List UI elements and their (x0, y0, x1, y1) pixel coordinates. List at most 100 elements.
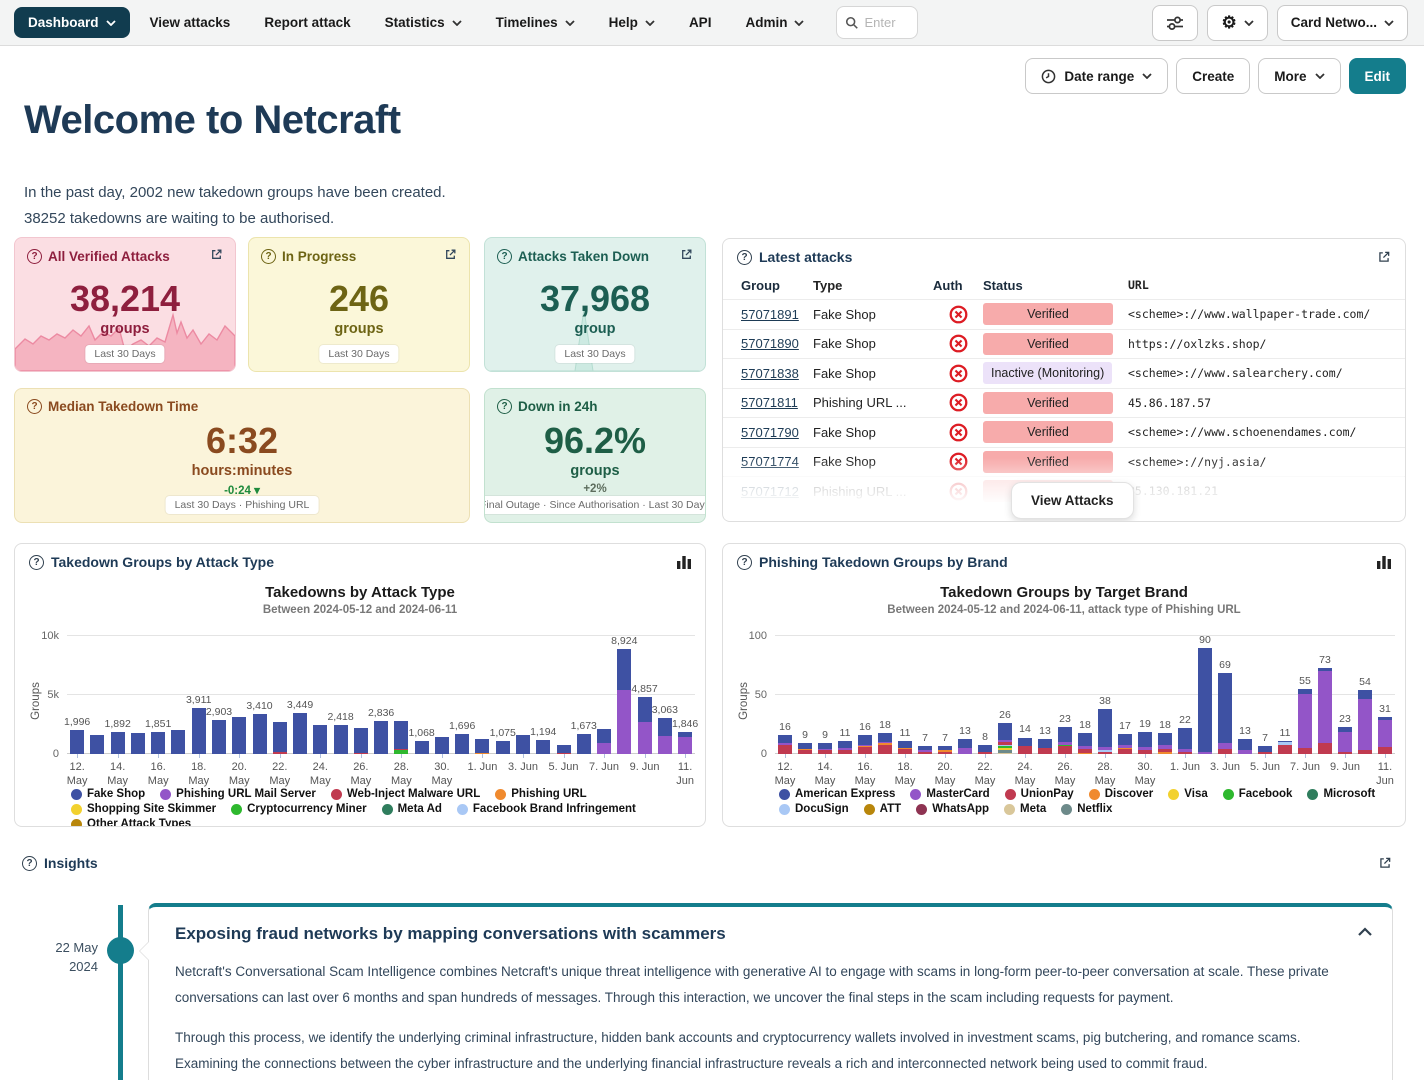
bar-slot[interactable]: 24.May (310, 636, 330, 754)
bar-slot[interactable]: 30.May (432, 636, 452, 754)
bar-slot[interactable]: 17 (1115, 636, 1135, 754)
legend-item[interactable]: Phishing URL (495, 788, 586, 800)
stat-card-down-in-24h[interactable]: ? Down in 24h 96.2% groups +2% Final Out… (484, 388, 706, 523)
create-button[interactable]: Create (1176, 58, 1250, 94)
table-row[interactable]: 57071811 Phishing URL ... Verified 45.86… (723, 388, 1405, 418)
auth-denied-icon[interactable] (949, 482, 968, 501)
bar-slot[interactable]: 1,84611.Jun (675, 636, 695, 754)
group-link[interactable]: 57071774 (741, 454, 799, 469)
bar-slot[interactable]: 90 (1195, 636, 1215, 754)
bar-slot[interactable]: 5. Jun (553, 636, 573, 754)
edit-button[interactable]: Edit (1349, 58, 1407, 94)
stat-card-attacks-taken-down[interactable]: ? Attacks Taken Down 37,968 group Last 3… (484, 237, 706, 372)
bar-slot[interactable]: 13 (1035, 636, 1055, 754)
bar-slot[interactable]: 7. Jun (594, 636, 614, 754)
nav-item-api[interactable]: API (675, 7, 726, 38)
bar-slot[interactable]: 2,418 (330, 636, 350, 754)
legend-item[interactable]: DocuSign (779, 803, 849, 815)
bar-slot[interactable] (128, 636, 148, 754)
bar-slot[interactable]: 22.May (270, 636, 290, 754)
bar-slot[interactable]: 26 (995, 636, 1015, 754)
bar-slot[interactable]: 1930.May (1135, 636, 1155, 754)
bar-slot[interactable]: 3,449 (290, 636, 310, 754)
bar-slot[interactable]: 20.May (229, 636, 249, 754)
nav-item-dashboard[interactable]: Dashboard (14, 7, 130, 38)
legend-item[interactable]: Shopping Site Skimmer (71, 803, 216, 815)
bar-slot[interactable]: 11 (835, 636, 855, 754)
bar-slot[interactable]: 4,8579. Jun (634, 636, 654, 754)
nav-item-view-attacks[interactable]: View attacks (136, 7, 245, 38)
bar-slot[interactable]: 3,410 (249, 636, 269, 754)
nav-item-timelines[interactable]: Timelines (482, 7, 589, 38)
group-link[interactable]: 57071838 (741, 366, 799, 381)
legend-item[interactable]: UnionPay (1005, 788, 1074, 800)
brand-chart-plot[interactable]: 100500Groups1612.May9914.May111616.May18… (775, 636, 1395, 754)
bar-slot[interactable]: 3111.Jun (1375, 636, 1395, 754)
legend-item[interactable]: Facebook (1223, 788, 1293, 800)
legend-item[interactable]: Microsoft (1307, 788, 1375, 800)
stat-card-in-progress[interactable]: ? In Progress 246 groups Last 30 Days (248, 237, 470, 372)
legend-item[interactable]: Meta (1004, 803, 1046, 815)
auth-denied-icon[interactable] (949, 423, 968, 442)
group-link[interactable]: 57071712 (741, 484, 799, 499)
table-row[interactable]: 57071891 Fake Shop Verified <scheme>://w… (723, 299, 1405, 329)
card-network-selector[interactable]: Card Netwo... (1277, 5, 1408, 41)
filters-button[interactable] (1152, 5, 1198, 41)
bar-slot[interactable]: 73 (1315, 636, 1335, 754)
bar-slot[interactable]: 3,91118.May (189, 636, 209, 754)
legend-item[interactable]: WhatsApp (916, 803, 989, 815)
legend-item[interactable]: Visa (1168, 788, 1207, 800)
auth-denied-icon[interactable] (949, 452, 968, 471)
legend-item[interactable]: Other Attack Types (71, 818, 191, 827)
external-link-icon[interactable] (680, 248, 693, 264)
bar-slot[interactable]: 1,85116.May (148, 636, 168, 754)
stat-card-median-takedown-time[interactable]: ? Median Takedown Time 6:32 hours:minute… (14, 388, 470, 523)
auth-denied-icon[interactable] (949, 334, 968, 353)
auth-denied-icon[interactable] (949, 393, 968, 412)
nav-item-admin[interactable]: Admin (731, 7, 818, 38)
legend-item[interactable]: Cryptocurrency Miner (231, 803, 367, 815)
legend-item[interactable]: ATT (864, 803, 902, 815)
bar-slot[interactable]: 1,89214.May (108, 636, 128, 754)
group-link[interactable]: 57071891 (741, 307, 799, 322)
date-range-button[interactable]: Date range (1025, 58, 1168, 94)
bar-chart-icon[interactable] (677, 556, 691, 569)
bar-slot[interactable]: 1,075 (493, 636, 513, 754)
legend-item[interactable]: Phishing URL Mail Server (160, 788, 316, 800)
chevron-up-icon[interactable] (1358, 923, 1372, 941)
bar-slot[interactable]: 11 (1275, 636, 1295, 754)
legend-item[interactable]: Web-Inject Malware URL (331, 788, 480, 800)
legend-item[interactable]: Netflix (1061, 803, 1112, 815)
table-row[interactable]: 57071890 Fake Shop Verified https://oxlz… (723, 329, 1405, 359)
legend-item[interactable]: American Express (779, 788, 895, 800)
table-row[interactable]: 57071790 Fake Shop Verified <scheme>://w… (723, 417, 1405, 447)
table-row[interactable]: 57071774 Fake Shop Verified <scheme>://n… (723, 447, 1405, 477)
attack-type-chart-plot[interactable]: 10k5k0Groups1,99612.May1,89214.May1,8511… (67, 636, 695, 754)
settings-button[interactable]: ⚙ (1207, 5, 1267, 41)
legend-item[interactable]: MasterCard (910, 788, 989, 800)
bar-slot[interactable]: 822.May (975, 636, 995, 754)
bar-slot[interactable]: 221. Jun (1175, 636, 1195, 754)
bar-slot[interactable]: 1,068 (412, 636, 432, 754)
card-delta[interactable]: -0:24 ▾ (15, 483, 469, 497)
bar-slot[interactable]: 8,924 (614, 636, 634, 754)
bar-slot[interactable]: 3828.May (1095, 636, 1115, 754)
nav-item-statistics[interactable]: Statistics (371, 7, 476, 38)
bar-slot[interactable]: 2,836 (371, 636, 391, 754)
bar-slot[interactable]: 54 (1355, 636, 1375, 754)
legend-item[interactable]: Discover (1089, 788, 1154, 800)
external-link-icon[interactable] (444, 248, 457, 264)
auth-denied-icon[interactable] (949, 305, 968, 324)
auth-denied-icon[interactable] (949, 364, 968, 383)
external-link-icon[interactable] (1378, 856, 1392, 870)
bar-slot[interactable]: 1,696 (452, 636, 472, 754)
search-input[interactable] (864, 15, 908, 30)
bar-slot[interactable]: 1,673 (574, 636, 594, 754)
bar-slot[interactable] (87, 636, 107, 754)
group-link[interactable]: 57071790 (741, 425, 799, 440)
external-link-icon[interactable] (210, 248, 223, 264)
bar-chart-icon[interactable] (1377, 556, 1391, 569)
bar-slot[interactable]: 1,99612.May (67, 636, 87, 754)
view-attacks-button[interactable]: View Attacks (1011, 482, 1134, 519)
bar-slot[interactable]: 1616.May (855, 636, 875, 754)
